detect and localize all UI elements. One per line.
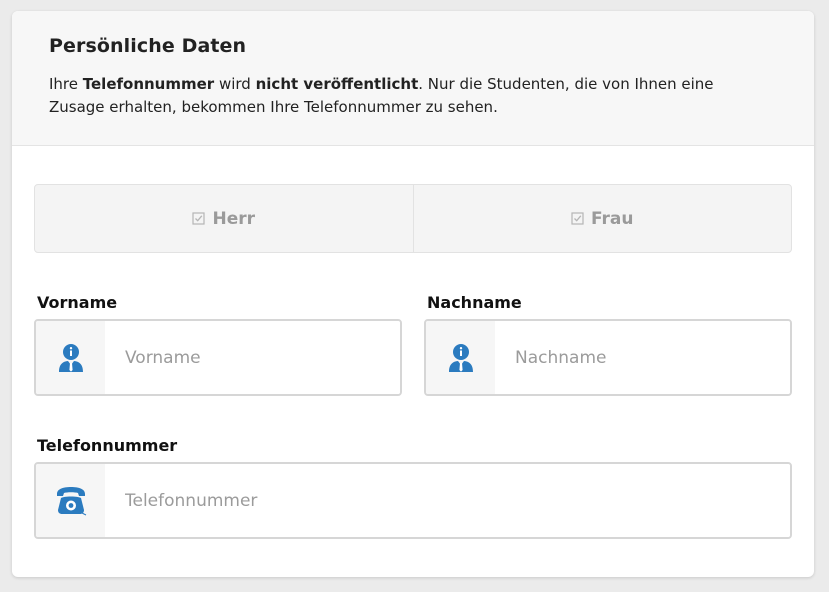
person-info-icon-box bbox=[426, 321, 495, 394]
nachname-input[interactable] bbox=[495, 321, 790, 394]
telefon-input[interactable] bbox=[105, 464, 790, 537]
telephone-icon bbox=[56, 486, 86, 515]
vorname-input[interactable] bbox=[105, 321, 400, 394]
checkbox-icon bbox=[192, 212, 206, 225]
telefon-input-group bbox=[34, 462, 792, 539]
desc-bold-phone: Telefonnummer bbox=[82, 75, 215, 93]
telephone-icon-box bbox=[36, 464, 105, 537]
gender-selector: Herr Frau bbox=[34, 184, 792, 253]
card-description: Ihre Telefonnummer wird nicht veröffentl… bbox=[49, 73, 749, 119]
personal-data-card: Persönliche Daten Ihre Telefonnummer wir… bbox=[12, 11, 814, 577]
person-info-icon-box bbox=[36, 321, 105, 394]
vorname-input-group bbox=[34, 319, 402, 396]
desc-bold-not-published: nicht veröffentlicht bbox=[255, 75, 419, 93]
card-header: Persönliche Daten Ihre Telefonnummer wir… bbox=[12, 11, 814, 146]
gender-label: Frau bbox=[591, 208, 634, 229]
telefon-label: Telefonnummer bbox=[37, 436, 178, 455]
gender-label: Herr bbox=[212, 208, 256, 229]
vorname-label: Vorname bbox=[37, 293, 118, 312]
checkbox-icon bbox=[571, 212, 584, 225]
person-info-icon bbox=[448, 343, 473, 372]
nachname-label: Nachname bbox=[427, 293, 522, 312]
card-title: Persönliche Daten bbox=[49, 35, 247, 57]
nachname-input-group bbox=[424, 319, 792, 396]
gender-option-frau[interactable]: Frau bbox=[412, 185, 792, 252]
desc-text: wird bbox=[214, 75, 256, 93]
gender-option-herr[interactable]: Herr bbox=[35, 185, 413, 252]
person-info-icon bbox=[58, 343, 83, 372]
desc-text: Ihre bbox=[49, 75, 83, 93]
